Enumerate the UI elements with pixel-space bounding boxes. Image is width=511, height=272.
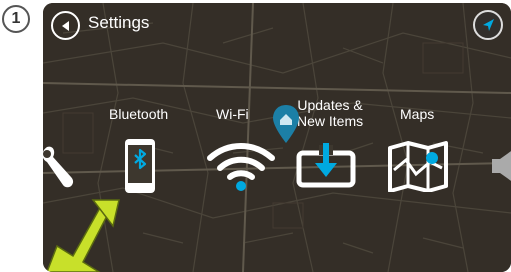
wifi-label: Wi-Fi <box>216 106 249 122</box>
maps-label: Maps <box>400 106 435 122</box>
compass-button[interactable] <box>473 10 503 40</box>
step-number-badge: 1 <box>2 5 30 33</box>
speaker-icon <box>492 151 511 181</box>
page-title: Settings <box>88 13 150 32</box>
updates-label-line2: New Items <box>297 113 364 129</box>
bluetooth-phone-icon <box>125 139 155 193</box>
back-arrow-icon <box>61 20 69 31</box>
maps-tile[interactable] <box>383 133 453 199</box>
map-icon <box>388 141 448 192</box>
updates-label-line1: Updates & <box>297 97 363 113</box>
header-bar: Settings <box>43 3 511 45</box>
wifi-icon <box>207 143 275 191</box>
bluetooth-label: Bluetooth <box>109 106 169 122</box>
download-update-icon <box>296 143 356 188</box>
back-button[interactable] <box>51 11 80 40</box>
updates-tile[interactable] <box>291 133 361 199</box>
device-screen: Settings Bluetooth Wi-Fi Updates & New I… <box>43 3 511 272</box>
sound-tile[interactable] <box>479 133 511 199</box>
wifi-tile[interactable] <box>198 133 284 199</box>
compass-arrow-icon <box>483 19 494 31</box>
bluetooth-tile[interactable] <box>105 133 175 199</box>
wrench-tile[interactable] <box>43 133 81 199</box>
updates-label: Updates & New Items <box>297 97 363 129</box>
tap-hint-arrow <box>46 199 120 272</box>
wrench-icon <box>43 146 74 188</box>
